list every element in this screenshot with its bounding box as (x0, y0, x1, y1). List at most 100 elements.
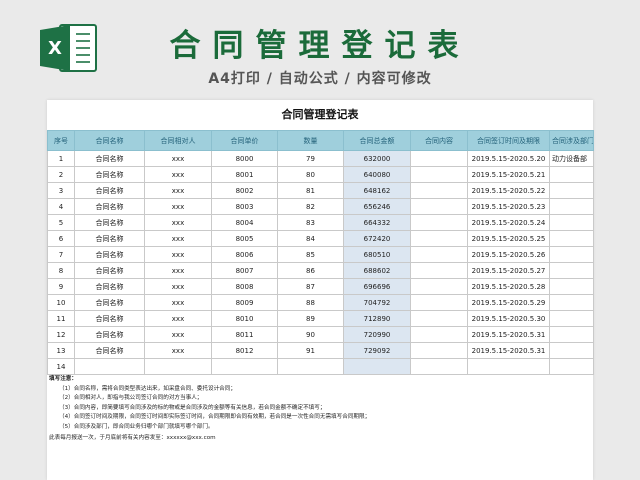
table-cell[interactable]: 85 (277, 246, 344, 263)
table-cell[interactable] (343, 358, 411, 375)
table-cell[interactable] (410, 326, 468, 343)
table-cell[interactable]: 729092 (343, 342, 411, 359)
table-cell[interactable]: 2019.5.15-2020.5.27 (467, 262, 550, 279)
table-cell[interactable]: xxx (144, 150, 212, 167)
table-cell[interactable]: 2019.5.15-2020.5.31 (467, 326, 550, 343)
table-cell[interactable]: 8009 (211, 294, 278, 311)
table-cell[interactable]: 80 (277, 166, 344, 183)
table-cell[interactable] (410, 278, 468, 295)
table-cell[interactable]: 8 (47, 262, 75, 279)
column-header[interactable]: 合同涉及部门 (549, 130, 594, 151)
table-cell[interactable]: xxx (144, 246, 212, 263)
table-cell[interactable]: 8003 (211, 198, 278, 215)
table-cell[interactable]: 合同名称 (74, 326, 145, 343)
column-header[interactable]: 合同内容 (410, 130, 468, 151)
table-cell[interactable] (410, 214, 468, 231)
table-cell[interactable] (211, 358, 278, 375)
table-cell[interactable] (549, 246, 594, 263)
table-cell[interactable]: 2019.5.15-2020.5.31 (467, 342, 550, 359)
table-cell[interactable]: 2019.5.15-2020.5.24 (467, 214, 550, 231)
table-cell[interactable]: xxx (144, 278, 212, 295)
table-cell[interactable] (549, 310, 594, 327)
table-cell[interactable]: 8012 (211, 342, 278, 359)
table-cell[interactable]: 8006 (211, 246, 278, 263)
table-cell[interactable]: 672420 (343, 230, 411, 247)
table-cell[interactable]: xxx (144, 262, 212, 279)
table-cell[interactable]: 1 (47, 150, 75, 167)
table-cell[interactable] (410, 358, 468, 375)
table-cell[interactable]: 8011 (211, 326, 278, 343)
table-cell[interactable]: 合同名称 (74, 182, 145, 199)
table-cell[interactable]: xxx (144, 166, 212, 183)
table-cell[interactable]: 8001 (211, 166, 278, 183)
table-cell[interactable]: 合同名称 (74, 214, 145, 231)
table-cell[interactable] (549, 294, 594, 311)
table-cell[interactable]: 84 (277, 230, 344, 247)
table-cell[interactable] (549, 342, 594, 359)
table-cell[interactable]: 82 (277, 198, 344, 215)
table-cell[interactable]: 664332 (343, 214, 411, 231)
table-cell[interactable]: 4 (47, 198, 75, 215)
table-cell[interactable] (467, 358, 550, 375)
table-cell[interactable] (410, 198, 468, 215)
table-cell[interactable]: 2019.5.15-2020.5.23 (467, 198, 550, 215)
table-cell[interactable]: 2 (47, 166, 75, 183)
table-cell[interactable]: 656246 (343, 198, 411, 215)
table-cell[interactable]: xxx (144, 310, 212, 327)
table-cell[interactable]: 8002 (211, 182, 278, 199)
table-cell[interactable]: 632000 (343, 150, 411, 167)
table-cell[interactable]: 8008 (211, 278, 278, 295)
table-cell[interactable] (549, 326, 594, 343)
table-cell[interactable] (549, 198, 594, 215)
table-cell[interactable]: 2019.5.15-2020.5.28 (467, 278, 550, 295)
table-cell[interactable]: 9 (47, 278, 75, 295)
table-cell[interactable]: 91 (277, 342, 344, 359)
table-cell[interactable] (410, 166, 468, 183)
table-cell[interactable]: 2019.5.15-2020.5.20 (467, 150, 550, 167)
column-header[interactable]: 数量 (277, 130, 344, 151)
table-cell[interactable]: 720990 (343, 326, 411, 343)
table-cell[interactable]: 14 (47, 358, 75, 375)
table-cell[interactable]: xxx (144, 214, 212, 231)
table-cell[interactable]: 8010 (211, 310, 278, 327)
table-cell[interactable] (410, 294, 468, 311)
table-cell[interactable] (410, 246, 468, 263)
table-cell[interactable]: 79 (277, 150, 344, 167)
table-cell[interactable] (410, 342, 468, 359)
table-cell[interactable]: 合同名称 (74, 150, 145, 167)
table-cell[interactable] (410, 182, 468, 199)
table-cell[interactable]: 6 (47, 230, 75, 247)
table-cell[interactable] (549, 278, 594, 295)
table-cell[interactable] (549, 262, 594, 279)
table-cell[interactable]: 680510 (343, 246, 411, 263)
table-cell[interactable]: 8000 (211, 150, 278, 167)
table-cell[interactable]: 86 (277, 262, 344, 279)
column-header[interactable]: 合同名称 (74, 130, 145, 151)
table-cell[interactable]: xxx (144, 182, 212, 199)
table-cell[interactable]: 合同名称 (74, 294, 145, 311)
table-cell[interactable] (410, 262, 468, 279)
table-cell[interactable]: 2019.5.15-2020.5.26 (467, 246, 550, 263)
table-cell[interactable]: 合同名称 (74, 166, 145, 183)
table-cell[interactable]: xxx (144, 326, 212, 343)
table-cell[interactable]: 81 (277, 182, 344, 199)
table-cell[interactable]: 10 (47, 294, 75, 311)
table-cell[interactable]: 88 (277, 294, 344, 311)
table-cell[interactable]: 合同名称 (74, 278, 145, 295)
table-cell[interactable]: 动力设备部 (549, 150, 594, 167)
table-cell[interactable]: 7 (47, 246, 75, 263)
table-cell[interactable]: 2019.5.15-2020.5.22 (467, 182, 550, 199)
table-cell[interactable]: 2019.5.15-2020.5.30 (467, 310, 550, 327)
table-cell[interactable]: 8004 (211, 214, 278, 231)
table-cell[interactable] (549, 166, 594, 183)
table-cell[interactable]: 8005 (211, 230, 278, 247)
table-cell[interactable]: 12 (47, 326, 75, 343)
table-cell[interactable]: 704792 (343, 294, 411, 311)
table-cell[interactable]: 688602 (343, 262, 411, 279)
table-cell[interactable]: 8007 (211, 262, 278, 279)
table-cell[interactable]: 3 (47, 182, 75, 199)
table-cell[interactable] (74, 358, 145, 375)
table-cell[interactable]: 11 (47, 310, 75, 327)
table-cell[interactable] (549, 230, 594, 247)
table-cell[interactable] (144, 358, 212, 375)
